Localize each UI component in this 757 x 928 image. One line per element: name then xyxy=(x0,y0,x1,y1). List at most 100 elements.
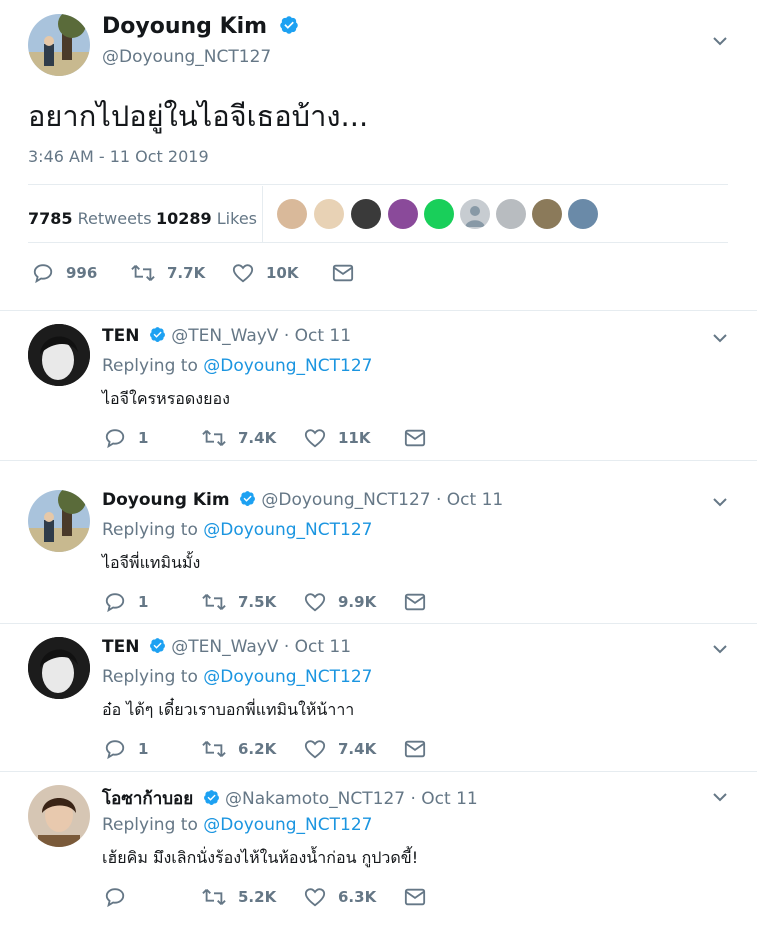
chevron-down-icon[interactable] xyxy=(713,497,727,507)
liker-avatar[interactable] xyxy=(314,199,344,229)
reply-text: ไอจีใครหรอดงยอง xyxy=(102,389,230,408)
main-author-handle[interactable]: @Doyoung_NCT127 xyxy=(102,47,271,67)
reply-button[interactable] xyxy=(104,886,202,908)
message-button[interactable] xyxy=(404,887,426,907)
liker-avatar[interactable] xyxy=(351,199,381,229)
reply-handle-date[interactable]: @Doyoung_NCT127 · Oct 11 xyxy=(261,490,503,510)
main-author-avatar[interactable] xyxy=(28,14,90,76)
like-button[interactable]: 6.3K xyxy=(304,886,404,908)
reply-avatar-doyoung[interactable] xyxy=(28,490,90,552)
replying-to-handle[interactable]: @Doyoung_NCT127 xyxy=(203,520,372,540)
retweet-count: 5.2K xyxy=(238,888,277,906)
retweet-button[interactable]: 7.7K xyxy=(131,262,205,284)
reply-header: TEN @TEN_WayV · Oct 11 xyxy=(102,637,351,657)
verified-badge-icon xyxy=(149,638,165,653)
reply-handle-date[interactable]: @TEN_WayV · Oct 11 xyxy=(171,326,351,346)
main-tweet-timestamp[interactable]: 3:46 AM - 11 Oct 2019 xyxy=(28,147,209,166)
main-author-name-row[interactable]: Doyoung Kim xyxy=(102,14,299,39)
likes-count: 10289 xyxy=(156,209,212,228)
reply-actions: 1 7.4K 11K xyxy=(104,427,426,449)
default-profile-icon xyxy=(465,206,485,227)
retweets-label: Retweets xyxy=(77,209,152,228)
verified-badge-icon xyxy=(279,16,298,34)
retweets-stat[interactable]: 7785 Retweets xyxy=(28,209,152,228)
reply-text: อ๋อ ได้ๆ เดี๋ยวเราบอกพี่แทมินให้น้าาา xyxy=(102,700,355,719)
chevron-down-icon[interactable] xyxy=(713,644,727,654)
reply-author-name[interactable]: TEN xyxy=(102,637,139,657)
avatar-photo xyxy=(28,490,90,552)
liker-avatar[interactable] xyxy=(460,199,490,229)
verified-badge-icon xyxy=(149,327,165,342)
reply-button[interactable]: 1 xyxy=(104,427,202,449)
reply-count: 1 xyxy=(138,593,149,611)
like-button[interactable]: 9.9K xyxy=(304,591,404,613)
reply-count: 1 xyxy=(138,429,149,447)
like-icon xyxy=(304,888,326,907)
chevron-down-icon[interactable] xyxy=(713,792,727,802)
message-button[interactable] xyxy=(404,739,426,759)
liker-avatar[interactable] xyxy=(532,199,562,229)
message-icon xyxy=(404,429,426,447)
main-tweet-actions: 996 xyxy=(32,262,97,284)
reply-author-name[interactable]: Doyoung Kim xyxy=(102,490,230,510)
retweet-button[interactable]: 7.4K xyxy=(202,427,304,449)
liker-avatar[interactable] xyxy=(424,199,454,229)
chevron-down-icon[interactable] xyxy=(713,333,727,343)
reply-count: 996 xyxy=(66,264,98,282)
reply-handle-date[interactable]: @Nakamoto_NCT127 · Oct 11 xyxy=(225,789,478,809)
verified-badge-icon xyxy=(240,491,255,506)
reply-button[interactable]: 1 xyxy=(104,738,202,760)
message-button[interactable] xyxy=(404,592,426,612)
retweet-count: 7.7K xyxy=(167,264,206,282)
reply-author-name[interactable]: โอซาก้าบอย xyxy=(102,789,193,809)
reply-avatar-nakamoto[interactable] xyxy=(28,785,90,847)
liker-avatar[interactable] xyxy=(388,199,418,229)
retweet-button[interactable]: 5.2K xyxy=(202,886,304,908)
like-icon xyxy=(304,740,326,759)
replying-to-handle[interactable]: @Doyoung_NCT127 xyxy=(203,356,372,376)
reply-icon xyxy=(105,593,125,613)
retweet-button[interactable]: 7.5K xyxy=(202,591,304,613)
liker-avatar[interactable] xyxy=(496,199,526,229)
tweet-divider xyxy=(0,310,757,311)
replying-to-handle[interactable]: @Doyoung_NCT127 xyxy=(203,667,372,687)
reply-icon xyxy=(105,888,125,908)
retweet-icon xyxy=(202,740,226,758)
replying-to-handle[interactable]: @Doyoung_NCT127 xyxy=(203,815,372,835)
avatar-photo xyxy=(28,637,90,699)
reply-avatar-ten[interactable] xyxy=(28,324,90,386)
main-like-group: 10K xyxy=(232,262,299,284)
like-icon xyxy=(304,593,326,612)
like-count: 10K xyxy=(266,264,299,282)
reply-header: TEN @TEN_WayV · Oct 11 xyxy=(102,326,351,346)
reply-button[interactable]: 996 xyxy=(32,262,97,284)
reply-avatar-ten[interactable] xyxy=(28,637,90,699)
reply-handle-date[interactable]: @TEN_WayV · Oct 11 xyxy=(171,637,351,657)
like-count: 11K xyxy=(338,429,371,447)
reply-icon xyxy=(105,429,125,449)
reply-author-name[interactable]: TEN xyxy=(102,326,139,346)
like-button[interactable]: 7.4K xyxy=(304,738,404,760)
reply-text: เฮ้ยคิม มึงเลิกนั่งร้องไห้ในห้องน้ำก่อน … xyxy=(102,848,419,867)
message-icon xyxy=(404,888,426,906)
liker-avatar[interactable] xyxy=(277,199,307,229)
like-button[interactable]: 11K xyxy=(304,427,404,449)
reply-button[interactable]: 1 xyxy=(104,591,202,613)
avatar-photo xyxy=(28,324,90,386)
chevron-down-icon[interactable] xyxy=(713,36,727,46)
retweet-button[interactable]: 6.2K xyxy=(202,738,304,760)
likes-stat[interactable]: 10289 Likes xyxy=(156,209,257,228)
message-button[interactable] xyxy=(332,263,354,283)
reply-header: Doyoung Kim @Doyoung_NCT127 · Oct 11 xyxy=(102,490,503,510)
message-button[interactable] xyxy=(404,428,426,448)
message-icon xyxy=(404,593,426,611)
retweets-count: 7785 xyxy=(28,209,73,228)
reply-icon xyxy=(105,740,125,760)
reply-actions: 1 7.5K 9.9K xyxy=(104,591,426,613)
liker-avatar[interactable] xyxy=(568,199,598,229)
replying-to-prefix: Replying to xyxy=(102,815,198,835)
main-author-name[interactable]: Doyoung Kim xyxy=(102,14,267,39)
replying-to: Replying to @Doyoung_NCT127 xyxy=(102,667,372,687)
like-button[interactable]: 10K xyxy=(232,262,299,284)
retweet-count: 6.2K xyxy=(238,740,277,758)
